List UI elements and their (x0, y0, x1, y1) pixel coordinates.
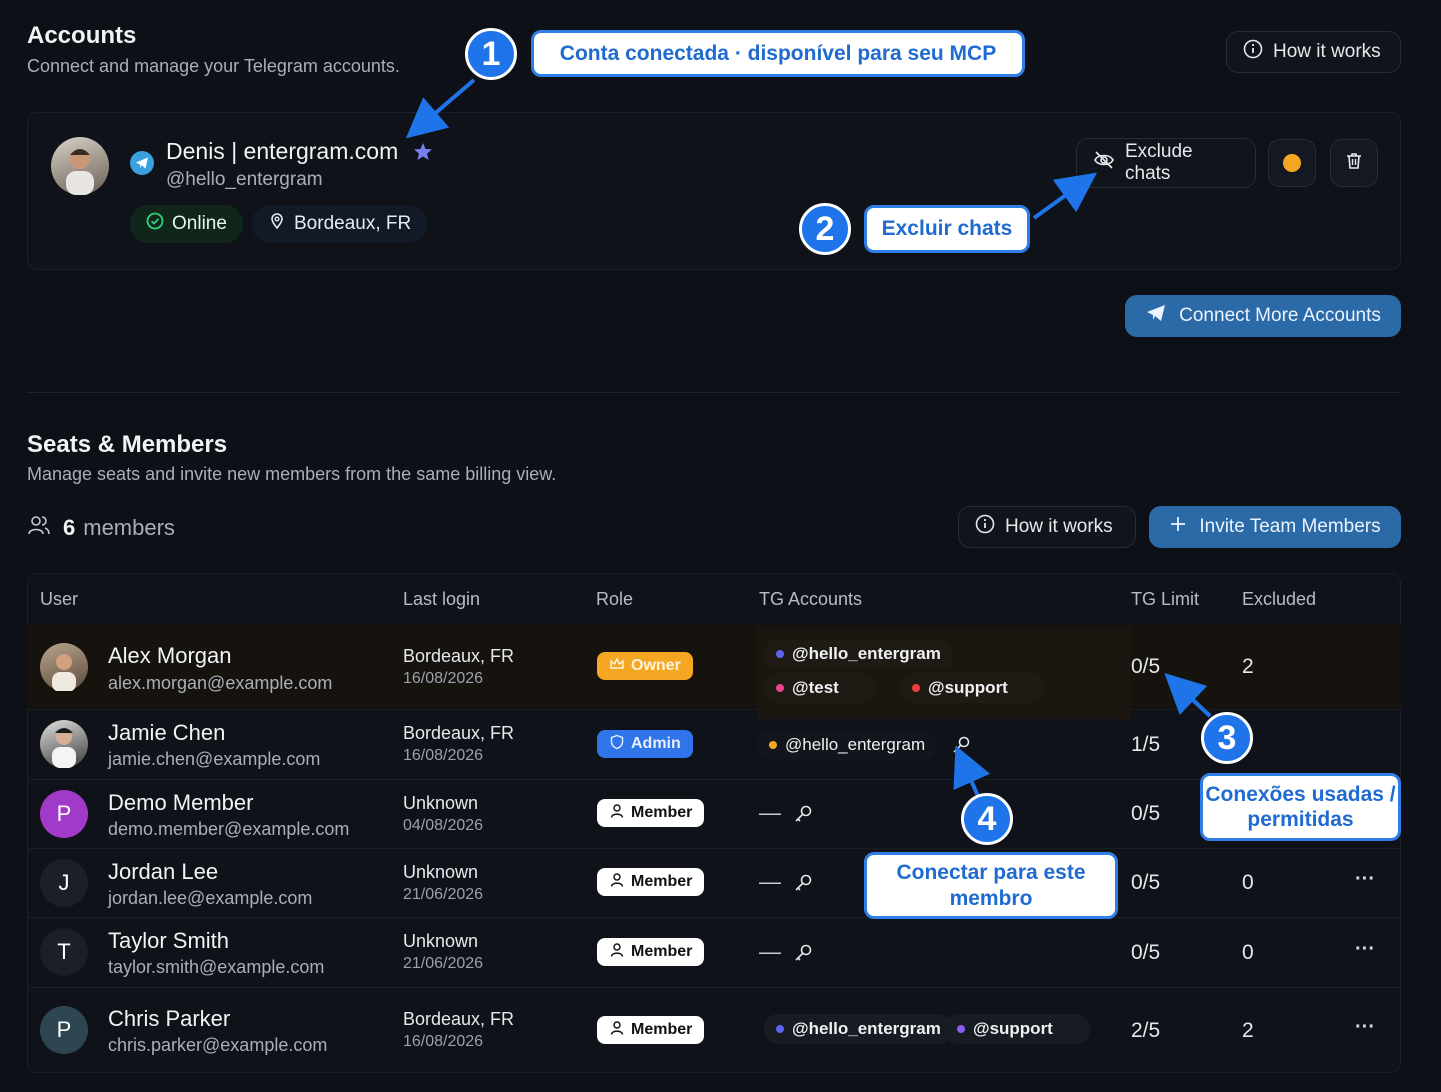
callout-number-4: 4 (961, 793, 1013, 845)
arrow-2 (1032, 172, 1097, 220)
arrow-1 (405, 78, 476, 139)
annotation-arrows (405, 78, 1212, 797)
arrow-4 (953, 745, 991, 797)
callout-exclude-chats: Excluir chats (864, 205, 1030, 253)
callout-number-1: 1 (465, 28, 517, 80)
callout-connect-member: Conectar para este membro (864, 852, 1118, 919)
callout-number-2: 2 (799, 203, 851, 255)
callout-connections-used: Conexões usadas / permitidas (1200, 773, 1401, 841)
callout-number-3: 3 (1201, 712, 1253, 764)
arrow-3 (1164, 673, 1212, 718)
callout-connected-account: Conta conectada · disponível para seu MC… (531, 30, 1025, 77)
